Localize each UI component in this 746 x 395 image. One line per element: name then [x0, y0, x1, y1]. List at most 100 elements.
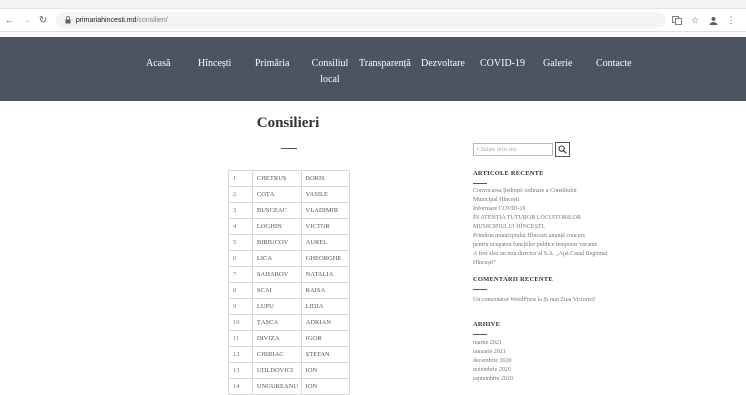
article-link[interactable]: Municipal Hîncești [473, 196, 673, 205]
first-name: IGOR [300, 330, 351, 347]
last-name: UNGUREANU [251, 378, 302, 395]
site-header: Acasă Hîncești Primăria Consiliul local … [0, 37, 746, 101]
last-name: BUȘCEAC [251, 202, 302, 219]
recent-articles-list: Convocarea Ședinței ordinare a Consiliul… [473, 187, 673, 268]
last-name: CHIRIAC [251, 346, 302, 363]
first-name: VICTOR [300, 218, 351, 235]
last-name: LOGHIN [251, 218, 302, 235]
back-icon[interactable]: ← [3, 13, 17, 27]
address-bar[interactable]: primariahincesti.md/consilieri/ [55, 12, 667, 28]
row-number: 14 [228, 378, 253, 395]
row-number: 7 [228, 266, 253, 283]
first-name: VLADIMIR [300, 202, 351, 219]
lock-icon [64, 16, 72, 24]
article-link[interactable]: Primăria municipiului Hîncești anunță co… [473, 232, 673, 241]
more-menu-icon[interactable]: ⋮ [724, 13, 738, 27]
recent-articles-divider [473, 183, 487, 184]
table-row: 12 CHIRIAC ȘTEFAN [228, 346, 351, 363]
first-name: ȘTEFAN [300, 346, 351, 363]
archive-link[interactable]: martie 2021 [473, 339, 673, 348]
row-number: 10 [228, 314, 253, 331]
recent-articles-heading: ARTICOLE RECENTE [473, 170, 544, 177]
forward-icon[interactable]: → [20, 13, 34, 27]
last-name: SAHAROV [251, 266, 302, 283]
archive-link[interactable]: septembrie 2020 [473, 375, 673, 384]
menu-item-primaria[interactable]: Primăria [255, 56, 289, 72]
article-link[interactable]: Informare COVID-19 [473, 205, 673, 214]
table-row: 11 DIVIZA IGOR [228, 330, 351, 347]
row-number: 4 [228, 218, 253, 235]
first-name: ION [300, 362, 351, 379]
row-number: 1 [228, 170, 253, 187]
row-number: 5 [228, 234, 253, 251]
profile-icon[interactable] [706, 13, 720, 27]
last-name: DIVIZA [251, 330, 302, 347]
recent-comments-list: Un comentator WordPress la Și mai Ziua V… [473, 296, 673, 305]
last-name: COȚA [251, 186, 302, 203]
last-name: BIRIUCOV [251, 234, 302, 251]
recent-comments-divider [473, 289, 487, 290]
table-row: 9 LUPU LIDIA [228, 298, 351, 315]
last-name: LUPU [251, 298, 302, 315]
archive-divider [473, 334, 487, 335]
menu-item-dezvoltare[interactable]: Dezvoltare [421, 56, 465, 72]
title-divider [281, 148, 297, 149]
first-name: LIDIA [300, 298, 351, 315]
menu-item-transparenta[interactable]: Transparență [359, 56, 411, 72]
last-name: UDLDOVICI [251, 362, 302, 379]
reload-icon[interactable]: ↻ [36, 13, 50, 27]
row-number: 9 [228, 298, 253, 315]
menu-item-contacte[interactable]: Contacte [596, 56, 632, 72]
article-link[interactable]: pentru ocuparea funcțiilor publice tempo… [473, 241, 673, 250]
last-name: ȚAȘCA [251, 314, 302, 331]
article-link[interactable]: Hîncești” [473, 259, 673, 268]
first-name: GHEORGHE [300, 250, 351, 267]
row-number: 11 [228, 330, 253, 347]
bookmark-star-icon[interactable]: ☆ [688, 13, 702, 27]
article-link[interactable]: MUNICIPIULUI HÎNCEȘTI. [473, 223, 673, 232]
article-link[interactable]: ÎN ATENȚIA TUTUROR LOCUITORILOR [473, 214, 673, 223]
last-name: SCAI [251, 282, 302, 299]
table-row: 5 BIRIUCOV AUREL [228, 234, 351, 251]
row-number: 6 [228, 250, 253, 267]
last-name: LICA [251, 250, 302, 267]
archive-link[interactable]: ianuarie 2021 [473, 348, 673, 357]
menu-item-consiliul-local[interactable]: Consiliul local [306, 56, 354, 88]
url-host: primariahincesti.md [75, 16, 137, 24]
row-number: 2 [228, 186, 253, 203]
table-row: 1 CHETRUȘ BORIS [228, 170, 351, 187]
menu-item-acasa[interactable]: Acasă [146, 56, 170, 72]
search-input[interactable]: Căutare prin site [473, 143, 553, 156]
first-name: ADRIAN [300, 314, 351, 331]
table-row: 10 ȚAȘCA ADRIAN [228, 314, 351, 331]
archive-list: martie 2021 ianuarie 2021 decembrie 2020… [473, 339, 673, 384]
table-row: 6 LICA GHEORGHE [228, 250, 351, 267]
table-row: 8 SCAI RAISA [228, 282, 351, 299]
article-link[interactable]: A fost ales un nou director al S.A. „Apă… [473, 250, 673, 259]
archive-link[interactable]: decembrie 2020 [473, 357, 673, 366]
first-name: RAISA [300, 282, 351, 299]
article-link[interactable]: Convocarea Ședinței ordinare a Consiliul… [473, 187, 673, 196]
councillors-table: 1 CHETRUȘ BORIS 2 COȚA VASILE 3 BUȘCEAC VLADIMIR… [228, 170, 351, 395]
search-icon [558, 145, 567, 154]
browser-tab-strip [0, 0, 746, 9]
first-name: NATALIA [300, 266, 351, 283]
table-row: 13 UDLDOVICI ION [228, 362, 351, 379]
menu-item-covid[interactable]: COVID-19 [480, 56, 525, 72]
comment-link[interactable]: Un comentator WordPress la Și mai Ziua V… [473, 296, 673, 305]
last-name: CHETRUȘ [251, 170, 302, 187]
table-row: 3 BUȘCEAC VLADIMIR [228, 202, 351, 219]
browser-toolbar: ← → ↻ primariahincesti.md/consilieri/ ☆ … [0, 9, 746, 32]
first-name: ION [300, 378, 351, 395]
menu-item-hincesti[interactable]: Hîncești [198, 56, 231, 72]
translate-icon[interactable] [670, 13, 684, 27]
row-number: 13 [228, 362, 253, 379]
table-row: 4 LOGHIN VICTOR [228, 218, 351, 235]
search-button[interactable] [555, 142, 570, 157]
recent-comments-heading: COMENTARII RECENTE [473, 276, 553, 283]
menu-item-galerie[interactable]: Galerie [543, 56, 572, 72]
table-row: 14 UNGUREANU ION [228, 378, 351, 395]
url-path: /consilieri/ [136, 16, 168, 24]
archive-link[interactable]: noiembrie 2020 [473, 366, 673, 375]
page-title: Consilieri [256, 115, 320, 131]
